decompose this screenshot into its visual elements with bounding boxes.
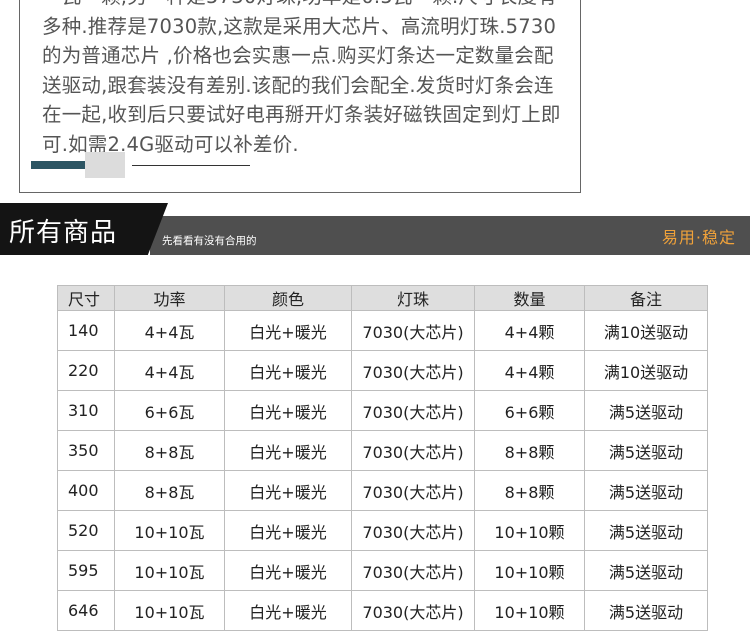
cell-note: 满5送驱动: [584, 550, 708, 591]
table-row: 646 10+10瓦 白光+暖光 7030(大芯片) 10+10颗 满5送驱动: [57, 590, 708, 631]
cell-note: 满10送驱动: [584, 350, 708, 391]
product-table: 尺寸 功率 颜色 灯珠 数量 备注 140 4+4瓦 白光+暖光 7030(大芯…: [57, 285, 708, 631]
cell-quantity: 8+8颗: [474, 470, 585, 511]
cell-quantity: 10+10颗: [474, 550, 585, 591]
cell-color: 白光+暖光: [224, 470, 352, 511]
cell-size: 400: [57, 470, 115, 511]
cell-color: 白光+暖光: [224, 550, 352, 591]
header-bead: 灯珠: [351, 285, 475, 311]
cell-size: 520: [57, 510, 115, 551]
cell-quantity: 10+10颗: [474, 590, 585, 631]
cell-bead: 7030(大芯片): [351, 550, 475, 591]
cell-quantity: 6+6颗: [474, 390, 585, 431]
cell-bead: 7030(大芯片): [351, 470, 475, 511]
cell-power: 8+8瓦: [114, 470, 225, 511]
cell-note: 满5送驱动: [584, 390, 708, 431]
cell-bead: 7030(大芯片): [351, 350, 475, 391]
table-row: 220 4+4瓦 白光+暖光 7030(大芯片) 4+4颗 满10送驱动: [57, 350, 708, 391]
section-tagline: 易用·稳定: [661, 228, 736, 247]
cell-power: 4+4瓦: [114, 310, 225, 351]
cell-bead: 7030(大芯片): [351, 430, 475, 471]
cell-quantity: 8+8颗: [474, 430, 585, 471]
table-row: 595 10+10瓦 白光+暖光 7030(大芯片) 10+10颗 满5送驱动: [57, 550, 708, 591]
cell-power: 8+8瓦: [114, 430, 225, 471]
section-header: 所有商品 先看看有没有合用的 易用·稳定: [0, 203, 750, 255]
cell-quantity: 4+4颗: [474, 350, 585, 391]
table-row: 520 10+10瓦 白光+暖光 7030(大芯片) 10+10颗 满5送驱动: [57, 510, 708, 551]
cell-note: 满10送驱动: [584, 310, 708, 351]
cell-color: 白光+暖光: [224, 390, 352, 431]
cell-note: 满5送驱动: [584, 590, 708, 631]
cell-size: 595: [57, 550, 115, 591]
cell-color: 白光+暖光: [224, 310, 352, 351]
table-header-row: 尺寸 功率 颜色 灯珠 数量 备注: [57, 285, 708, 311]
cell-power: 4+4瓦: [114, 350, 225, 391]
cell-size: 220: [57, 350, 115, 391]
cell-bead: 7030(大芯片): [351, 390, 475, 431]
cell-note: 满5送驱动: [584, 510, 708, 551]
cell-color: 白光+暖光: [224, 510, 352, 551]
cell-size: 350: [57, 430, 115, 471]
cell-note: 满5送驱动: [584, 470, 708, 511]
decor-dark-bar: [31, 161, 85, 169]
header-note: 备注: [584, 285, 708, 311]
header-color: 颜色: [224, 285, 352, 311]
cell-color: 白光+暖光: [224, 430, 352, 471]
cell-bead: 7030(大芯片): [351, 510, 475, 551]
description-text: 一瓦一颗,另一种是5730灯珠,功率是0.5瓦一颗.尺寸长度有多种.推荐是703…: [42, 0, 561, 156]
cell-power: 10+10瓦: [114, 590, 225, 631]
decor-light-block: [85, 152, 125, 178]
cell-quantity: 10+10颗: [474, 510, 585, 551]
header-size: 尺寸: [57, 285, 115, 311]
section-subtitle: 先看看有没有合用的: [162, 235, 257, 247]
cell-power: 10+10瓦: [114, 510, 225, 551]
table-row: 350 8+8瓦 白光+暖光 7030(大芯片) 8+8颗 满5送驱动: [57, 430, 708, 471]
table-row: 400 8+8瓦 白光+暖光 7030(大芯片) 8+8颗 满5送驱动: [57, 470, 708, 511]
section-title: 所有商品: [9, 218, 118, 248]
header-power: 功率: [114, 285, 225, 311]
cell-power: 6+6瓦: [114, 390, 225, 431]
cell-color: 白光+暖光: [224, 350, 352, 391]
cell-bead: 7030(大芯片): [351, 590, 475, 631]
cell-size: 310: [57, 390, 115, 431]
cell-note: 满5送驱动: [584, 430, 708, 471]
decor-underline: [132, 165, 250, 166]
cell-quantity: 4+4颗: [474, 310, 585, 351]
table-row: 310 6+6瓦 白光+暖光 7030(大芯片) 6+6颗 满5送驱动: [57, 390, 708, 431]
cell-size: 140: [57, 310, 115, 351]
cell-bead: 7030(大芯片): [351, 310, 475, 351]
table-row: 140 4+4瓦 白光+暖光 7030(大芯片) 4+4颗 满10送驱动: [57, 310, 708, 351]
cell-power: 10+10瓦: [114, 550, 225, 591]
header-quantity: 数量: [474, 285, 585, 311]
cell-color: 白光+暖光: [224, 590, 352, 631]
cell-size: 646: [57, 590, 115, 631]
